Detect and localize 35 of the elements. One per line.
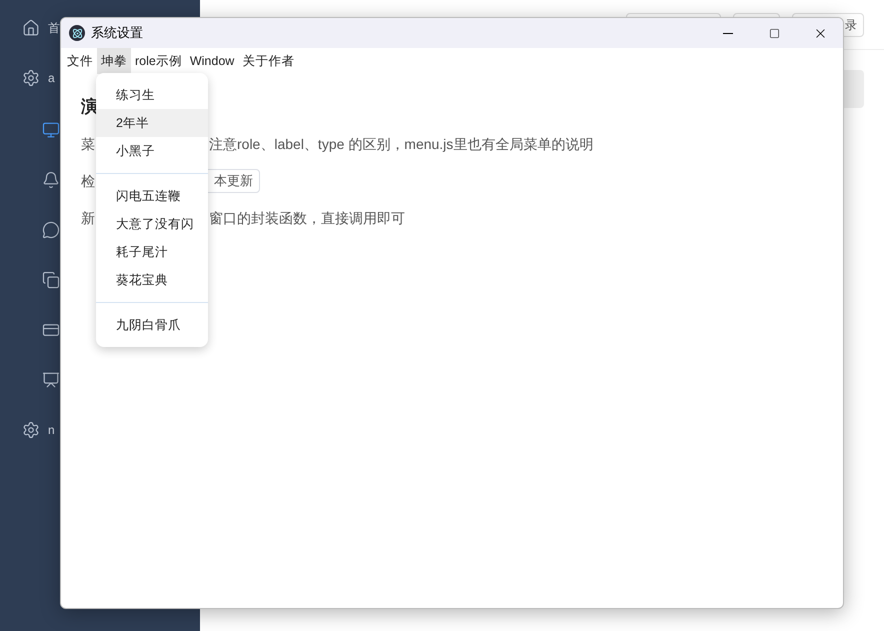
settings-icon[interactable]: [22, 69, 40, 87]
bell-icon[interactable]: [42, 171, 60, 189]
dropdown-item[interactable]: 九阴白骨爪: [96, 311, 208, 339]
header-button-text[interactable]: 录: [845, 16, 857, 34]
menu-item[interactable]: role示例: [131, 48, 186, 74]
description-text: 窗口的封装函数，直接调用即可: [209, 208, 405, 228]
maximize-icon: [768, 28, 780, 38]
menu-item[interactable]: 关于作者: [238, 48, 298, 74]
window-title: 系统设置: [91, 24, 143, 42]
description-text: 新: [81, 210, 95, 226]
dropdown-item[interactable]: 2年半: [96, 109, 208, 137]
dropdown-item[interactable]: 葵花宝典: [96, 266, 208, 294]
dropdown-item[interactable]: 小黑子: [96, 137, 208, 165]
description-text: 检: [81, 172, 95, 188]
description-text: 菜: [81, 136, 95, 152]
presentation-board-icon[interactable]: [42, 371, 60, 389]
sidebar-item[interactable]: n: [48, 423, 55, 437]
app-logo-icon: [69, 25, 85, 41]
chat-icon[interactable]: [42, 221, 60, 239]
dropdown-item[interactable]: 闪电五连鞭: [96, 182, 208, 210]
home-icon[interactable]: [22, 19, 40, 37]
description-text: 注意role、label、type 的区别，menu.js里也有全局菜单的说明: [209, 134, 594, 154]
dropdown-item[interactable]: 大意了没有闪: [96, 210, 208, 238]
dropdown-item[interactable]: 耗子尾汁: [96, 238, 208, 266]
sidebar-item[interactable]: 首: [48, 21, 60, 35]
sidebar-item[interactable]: a: [48, 71, 55, 85]
menu-item[interactable]: 坤拳: [97, 48, 131, 74]
monitor-icon[interactable]: [42, 121, 60, 139]
dropdown-item[interactable]: 练习生: [96, 81, 208, 109]
menu-item[interactable]: Window: [186, 48, 238, 74]
minimize-icon: [723, 32, 733, 34]
settings-icon[interactable]: [22, 421, 40, 439]
menu-item[interactable]: 文件: [63, 48, 97, 74]
card-icon[interactable]: [42, 321, 60, 339]
copy-icon[interactable]: [42, 271, 60, 289]
